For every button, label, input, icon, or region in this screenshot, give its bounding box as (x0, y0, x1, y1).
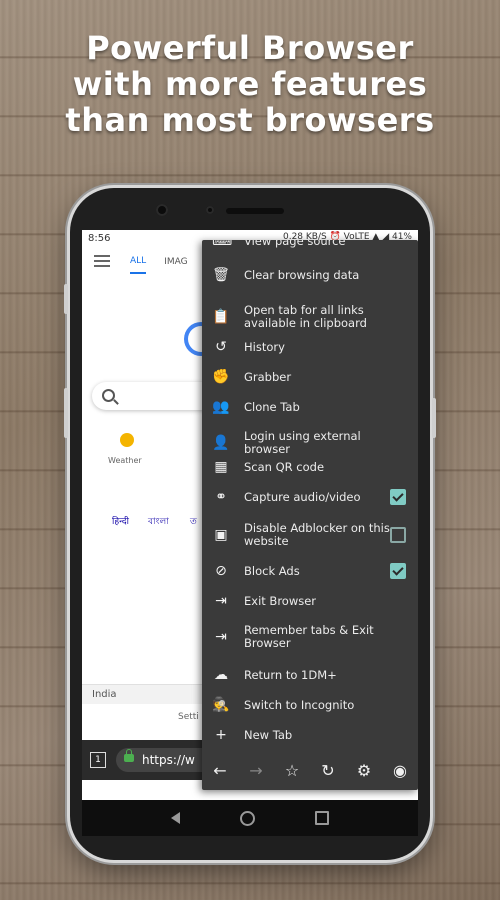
tab-all[interactable]: ALL (130, 256, 147, 274)
system-navigation-bar (82, 800, 418, 836)
menu-item-exit[interactable]: ⇥ Exit Browser (202, 592, 418, 610)
exit-icon: ⇥ (215, 593, 227, 609)
forward-arrow-icon[interactable]: → (242, 756, 270, 784)
menu-item-label: Open tab for all links available in clip… (244, 303, 367, 330)
menu-item-label: Disable Adblocker on this website (244, 521, 390, 548)
qr-code-icon: ▦ (214, 459, 228, 475)
block-ads-icon: ⊘ (215, 563, 227, 579)
menu-item-label: Clear browsing data (244, 267, 360, 282)
menu-item-label: Login using external browser (244, 429, 361, 456)
lock-icon (124, 749, 134, 762)
checkbox[interactable] (390, 563, 406, 579)
menu-item-qr-code[interactable]: ▦ Scan QR code (202, 458, 418, 476)
menu-item-history[interactable]: ↺ History (202, 338, 418, 356)
tab-count-button[interactable]: 1 (90, 752, 106, 768)
menu-item-label: Switch to Incognito (244, 697, 355, 712)
headline-line-1: Powerful Browser (86, 29, 414, 67)
tab-images[interactable]: IMAG (164, 257, 187, 273)
weather-label: Weather (108, 456, 142, 465)
menu-item-label: History (244, 339, 285, 354)
menu-item-binoculars[interactable]: ⚭ Capture audio/video (202, 488, 418, 506)
menu-item-block-ads[interactable]: ⊘ Block Ads (202, 562, 418, 580)
overflow-menu: ⌨ View page source 🗑 Clear browsing data 📋 Op… (202, 240, 418, 790)
menu-item-trash[interactable]: 🗑 Clear browsing data (202, 266, 418, 284)
gear-icon[interactable]: ⚙ (350, 756, 378, 784)
phone-screen: 8:56 0.28 KB/S ⏰ VoLTE ▲ ◢ 41% ALL IMAG … (82, 230, 418, 800)
power-button (432, 398, 436, 438)
refresh-icon[interactable]: ↻ (314, 756, 342, 784)
clipboard-icon: 📋 (212, 309, 230, 325)
menu-nav-bar: ← → ☆ ↻ ⚙ ◉ (202, 750, 418, 790)
promo-headline: Powerful Browser with more features than… (0, 30, 500, 138)
language-link-hindi[interactable]: हिन्दी (112, 514, 129, 527)
menu-item-clipboard[interactable]: 📋 Open tab for all links available in cli… (202, 302, 418, 332)
hamburger-menu-icon[interactable] (94, 255, 110, 267)
url-text: https://w (142, 753, 195, 767)
code-icon: ⌨ (212, 240, 233, 249)
clone-people-icon: 👥 (212, 399, 230, 415)
system-back-icon[interactable] (171, 812, 180, 824)
menu-item-adblock-off[interactable]: ▣ Disable Adblocker on this website (202, 520, 418, 550)
system-recents-icon[interactable] (315, 811, 329, 825)
hand-grab-icon: ✊ (212, 369, 230, 385)
earpiece-speaker (226, 208, 284, 214)
language-link-partial[interactable]: ত (190, 514, 197, 529)
menu-item-label: Scan QR code (244, 459, 325, 474)
menu-item-label: Return to 1DM+ (244, 667, 337, 682)
menu-item-label: New Tab (244, 727, 293, 742)
checkbox[interactable] (390, 489, 406, 505)
headline-line-3: than most browsers (65, 101, 435, 139)
menu-item-label: View page source (244, 240, 346, 248)
star-icon[interactable]: ☆ (278, 756, 306, 784)
weather-sun-icon[interactable] (120, 433, 134, 447)
binoculars-icon: ⚭ (215, 489, 227, 505)
adblock-off-icon: ▣ (214, 527, 228, 543)
settings-link[interactable]: Setti (178, 712, 199, 722)
system-home-icon[interactable] (240, 810, 255, 826)
menu-item-label: Capture audio/video (244, 489, 361, 504)
cloud-return-icon: ☁ (214, 667, 228, 683)
eye-icon[interactable]: ◉ (386, 756, 414, 784)
menu-item-code[interactable]: ⌨ View page source (202, 240, 418, 250)
menu-item-exit-remember[interactable]: ⇥ Remember tabs & Exit Browser (202, 622, 418, 652)
url-bar[interactable]: https://w (116, 748, 216, 772)
menu-item-user-login[interactable]: 👤 Login using external browser (202, 428, 418, 458)
search-icon (102, 389, 115, 402)
language-link-bengali[interactable]: বাংলা (148, 514, 169, 529)
incognito-icon: 🕵 (212, 697, 230, 713)
volume-down-button (64, 388, 68, 438)
menu-item-label: Grabber (244, 369, 292, 384)
back-arrow-icon[interactable]: ← (206, 756, 234, 784)
volume-up-button (64, 284, 68, 314)
menu-item-incognito[interactable]: 🕵 Switch to Incognito (202, 696, 418, 714)
menu-item-clone-people[interactable]: 👥 Clone Tab (202, 398, 418, 416)
headline-line-2: with more features (72, 65, 428, 103)
menu-item-label: Block Ads (244, 563, 300, 578)
menu-item-label: Clone Tab (244, 399, 300, 414)
sensor-icon (206, 206, 214, 214)
exit-remember-icon: ⇥ (215, 629, 227, 645)
front-camera-icon (156, 204, 168, 216)
menu-item-plus[interactable]: + New Tab (202, 726, 418, 744)
region-footer: India (82, 684, 202, 704)
menu-item-label: Exit Browser (244, 593, 317, 608)
trash-icon: 🗑 (212, 267, 230, 283)
history-icon: ↺ (215, 339, 227, 355)
phone-frame: 8:56 0.28 KB/S ⏰ VoLTE ▲ ◢ 41% ALL IMAG … (64, 188, 436, 860)
menu-item-label: Remember tabs & Exit Browser (244, 623, 374, 650)
menu-item-cloud-return[interactable]: ☁ Return to 1DM+ (202, 666, 418, 684)
user-login-icon: 👤 (212, 435, 230, 451)
checkbox[interactable] (390, 527, 406, 543)
status-time: 8:56 (88, 232, 111, 244)
plus-icon: + (215, 727, 227, 743)
menu-item-hand-grab[interactable]: ✊ Grabber (202, 368, 418, 386)
